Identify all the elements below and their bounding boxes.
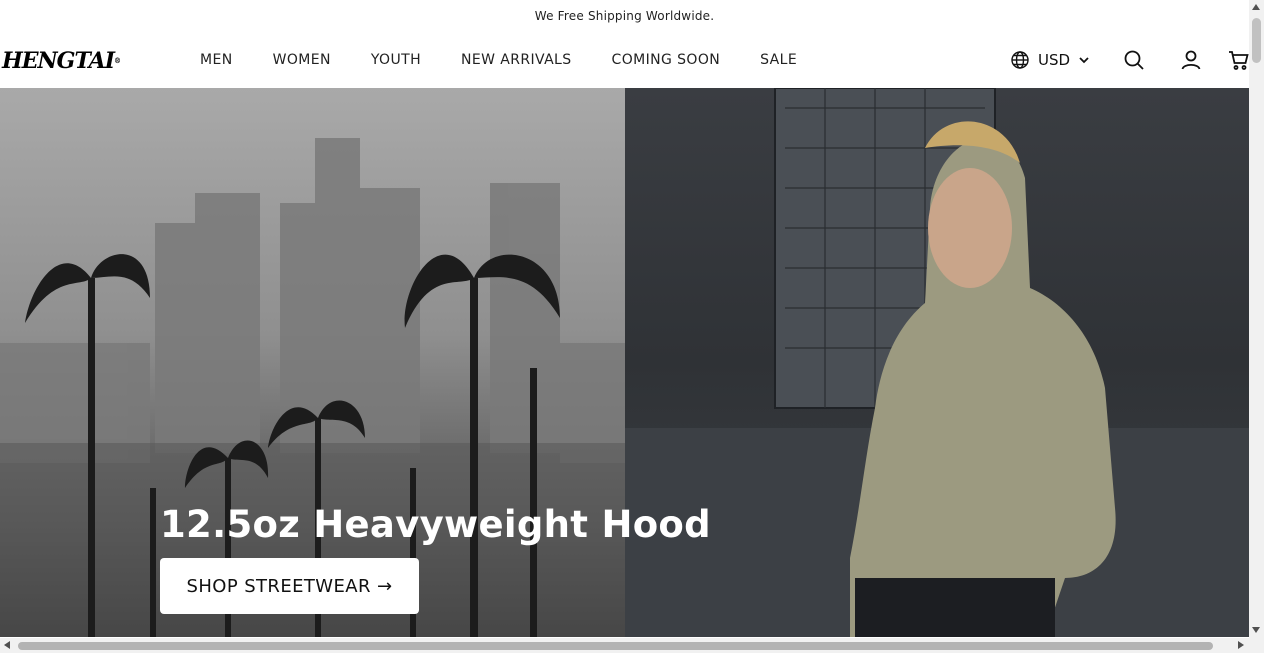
scroll-left-icon[interactable] — [4, 641, 10, 649]
chevron-down-icon — [1079, 57, 1089, 64]
currency-code: USD — [1038, 51, 1071, 69]
hero-banner: 12.5oz Heavyweight Hood SHOP STREETWEAR … — [0, 88, 1249, 637]
announcement-bar: We Free Shipping Worldwide. — [0, 0, 1249, 32]
scroll-up-icon[interactable] — [1252, 4, 1260, 10]
hero-headline: 12.5oz Heavyweight Hood — [160, 502, 711, 546]
site-header: HENGTAI® MEN WOMEN YOUTH NEW ARRIVALS CO… — [0, 32, 1249, 88]
nav-sale[interactable]: SALE — [740, 52, 817, 68]
vertical-scroll-thumb[interactable] — [1252, 18, 1261, 63]
nav-new-arrivals[interactable]: NEW ARRIVALS — [441, 52, 592, 68]
globe-icon — [1011, 51, 1029, 69]
account-icon[interactable] — [1179, 48, 1203, 72]
announcement-text: We Free Shipping Worldwide. — [534, 9, 715, 23]
scroll-right-icon[interactable] — [1238, 641, 1244, 649]
scrollbar-corner — [1249, 638, 1264, 653]
nav-men[interactable]: MEN — [180, 52, 253, 68]
nav-youth[interactable]: YOUTH — [351, 52, 441, 68]
currency-selector[interactable]: USD — [1010, 48, 1090, 72]
search-icon[interactable] — [1122, 48, 1146, 72]
scroll-down-icon[interactable] — [1252, 627, 1260, 633]
brand-logo[interactable]: HENGTAI® — [2, 47, 121, 75]
nav-coming-soon[interactable]: COMING SOON — [592, 52, 741, 68]
horizontal-scroll-thumb[interactable] — [18, 642, 1213, 650]
brand-logo-text: HENGTAI — [2, 48, 115, 74]
nav-women[interactable]: WOMEN — [253, 52, 351, 68]
hero-model-image — [625, 88, 1249, 637]
vertical-scrollbar[interactable] — [1249, 0, 1264, 638]
hero-city-image — [0, 88, 625, 637]
main-nav: MEN WOMEN YOUTH NEW ARRIVALS COMING SOON… — [180, 32, 817, 88]
model-illustration — [625, 88, 1249, 637]
city-skyline-illustration — [0, 138, 625, 637]
cart-icon[interactable] — [1227, 48, 1251, 72]
registered-mark: ® — [113, 56, 121, 65]
horizontal-scrollbar[interactable] — [0, 638, 1249, 653]
shop-streetwear-button[interactable]: SHOP STREETWEAR → — [160, 558, 419, 614]
